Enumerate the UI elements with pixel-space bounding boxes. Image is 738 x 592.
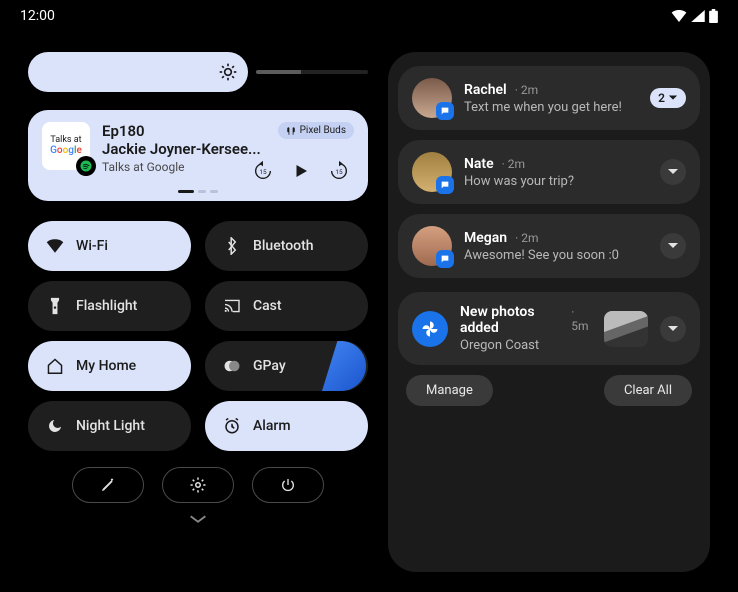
- earbuds-icon: [286, 126, 296, 136]
- brightness-slider[interactable]: [28, 52, 248, 92]
- brightness-icon: [218, 62, 238, 82]
- album-google-logo: Google: [50, 145, 82, 156]
- qs-label: Night Light: [76, 418, 145, 434]
- alarm-icon: [223, 417, 241, 435]
- forward-15-icon[interactable]: 15: [328, 160, 350, 182]
- clear-all-button[interactable]: Clear All: [604, 375, 692, 406]
- expand-handle[interactable]: [28, 513, 368, 525]
- messages-app-icon: [436, 176, 454, 194]
- qs-label: Flashlight: [76, 298, 137, 314]
- brightness-track[interactable]: [256, 70, 368, 74]
- power-button[interactable]: [252, 467, 324, 503]
- notification-item[interactable]: Rachel 2m Text me when you get here! 2: [398, 66, 700, 130]
- cast-icon: [223, 297, 241, 315]
- bluetooth-icon: [223, 237, 241, 255]
- count-value: 2: [658, 91, 665, 105]
- qs-tile-alarm[interactable]: Alarm: [205, 401, 368, 451]
- media-artist: Jackie Joyner-Kersee...: [102, 140, 354, 158]
- notification-count-chip[interactable]: 2: [650, 88, 686, 108]
- expand-button[interactable]: [660, 159, 686, 185]
- settings-button[interactable]: [162, 467, 234, 503]
- qs-tile-wifi[interactable]: Wi-Fi: [28, 221, 191, 271]
- album-art: Talks at Google: [42, 122, 90, 170]
- notification-item[interactable]: Megan 2m Awesome! See you soon :0: [398, 214, 700, 278]
- chevron-down-icon: [187, 513, 209, 525]
- qs-label: Wi-Fi: [76, 238, 108, 254]
- notif-message: Awesome! See you soon :0: [464, 248, 648, 263]
- status-icons: [671, 9, 718, 23]
- status-bar: 12:00: [0, 0, 738, 32]
- flashlight-icon: [46, 297, 64, 315]
- manage-button[interactable]: Manage: [406, 375, 493, 406]
- media-title: Ep180: [102, 122, 145, 140]
- notif-title: New photos added: [460, 304, 563, 336]
- gpay-icon: [223, 357, 241, 375]
- quick-settings-panel: Talks at Google Ep180 Pixel Buds Jackie …: [28, 52, 368, 572]
- avatar: [412, 152, 452, 192]
- battery-icon: [709, 9, 718, 23]
- wifi-icon: [671, 10, 687, 22]
- qs-tile-cast[interactable]: Cast: [205, 281, 368, 331]
- chevron-down-icon: [668, 94, 678, 102]
- brightness-row: [28, 52, 368, 92]
- notif-time: 2m: [515, 231, 538, 245]
- messages-app-icon: [436, 102, 454, 120]
- edit-button[interactable]: [72, 467, 144, 503]
- album-text: Talks at: [50, 136, 81, 146]
- qs-tile-bluetooth[interactable]: Bluetooth: [205, 221, 368, 271]
- notification-item[interactable]: Nate 2m How was your trip?: [398, 140, 700, 204]
- moon-icon: [46, 417, 64, 435]
- notification-actions: Manage Clear All: [398, 375, 700, 406]
- notif-sender: Nate: [464, 156, 494, 172]
- media-player-card[interactable]: Talks at Google Ep180 Pixel Buds Jackie …: [28, 110, 368, 201]
- qs-label: Alarm: [253, 418, 291, 434]
- svg-text:15: 15: [335, 168, 343, 176]
- home-icon: [46, 357, 64, 375]
- gear-icon: [189, 476, 207, 494]
- notifications-panel: Rachel 2m Text me when you get here! 2 N…: [388, 52, 710, 572]
- footer-buttons: [28, 467, 368, 503]
- clock: 12:00: [20, 8, 55, 24]
- quick-settings-grid: Wi-Fi Bluetooth Flashlight Cast My Home …: [28, 221, 368, 451]
- qs-tile-nightlight[interactable]: Night Light: [28, 401, 191, 451]
- qs-tile-flashlight[interactable]: Flashlight: [28, 281, 191, 331]
- notif-message: How was your trip?: [464, 174, 648, 189]
- expand-button[interactable]: [660, 316, 686, 342]
- wifi-icon: [46, 237, 64, 255]
- notif-sender: Megan: [464, 230, 507, 246]
- notif-time: 5m: [571, 305, 592, 333]
- notif-message: Text me when you get here!: [464, 100, 638, 115]
- notif-time: 2m: [502, 157, 525, 171]
- expand-button[interactable]: [660, 233, 686, 259]
- notif-sender: Rachel: [464, 82, 507, 98]
- notif-time: 2m: [515, 83, 538, 97]
- gpay-card-art: [322, 341, 366, 391]
- media-pager-dots[interactable]: [42, 190, 354, 193]
- messages-app-icon: [436, 250, 454, 268]
- rewind-15-icon[interactable]: 15: [252, 160, 274, 182]
- svg-text:15: 15: [259, 168, 267, 176]
- photos-app-icon: [412, 311, 448, 347]
- qs-label: My Home: [76, 358, 136, 374]
- notification-item-photos[interactable]: New photos added 5m Oregon Coast: [398, 292, 700, 365]
- chevron-down-icon: [667, 168, 679, 176]
- photo-thumbnail: [604, 311, 648, 347]
- qs-tile-myhome[interactable]: My Home: [28, 341, 191, 391]
- qs-label: Cast: [253, 298, 282, 314]
- avatar: [412, 78, 452, 118]
- qs-label: GPay: [253, 358, 286, 374]
- pencil-icon: [100, 477, 116, 493]
- qs-tile-gpay[interactable]: GPay: [205, 341, 368, 391]
- chevron-down-icon: [667, 242, 679, 250]
- output-device-chip[interactable]: Pixel Buds: [278, 122, 354, 139]
- qs-label: Bluetooth: [253, 238, 314, 254]
- spotify-icon: [76, 156, 96, 176]
- chevron-down-icon: [667, 325, 679, 333]
- avatar: [412, 226, 452, 266]
- power-icon: [280, 477, 296, 493]
- notif-subtitle: Oregon Coast: [460, 338, 592, 353]
- device-label: Pixel Buds: [300, 125, 346, 136]
- signal-icon: [691, 10, 705, 22]
- play-icon[interactable]: [292, 162, 310, 180]
